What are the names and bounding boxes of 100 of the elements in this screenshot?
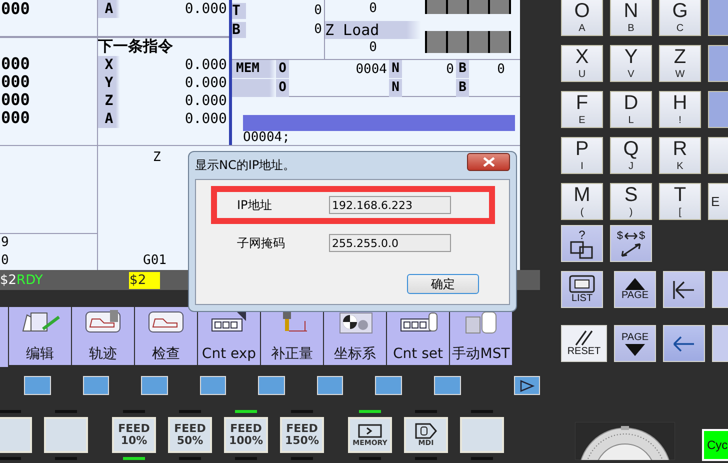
keypad-key[interactable]: Z W bbox=[659, 45, 701, 82]
feed-button[interactable]: FEED 50% bbox=[168, 417, 212, 453]
keypad-key[interactable]: H ! bbox=[659, 91, 701, 128]
menu-key[interactable] bbox=[0, 307, 9, 367]
keypad-key[interactable]: M ( bbox=[561, 183, 603, 220]
spindle-value: 0 bbox=[313, 22, 323, 37]
panel-button[interactable] bbox=[0, 417, 32, 453]
keypad-key[interactable]: Y V bbox=[610, 45, 652, 82]
keypad-key[interactable]: F E bbox=[561, 91, 603, 128]
left-arrow-icon bbox=[672, 336, 696, 352]
function-key[interactable] bbox=[82, 376, 110, 395]
function-key[interactable] bbox=[663, 325, 705, 362]
input-field[interactable]: 255.255.0.0 bbox=[329, 234, 451, 252]
menu-key[interactable]: 检查 bbox=[135, 307, 198, 365]
screen-icon bbox=[568, 274, 596, 292]
function-key[interactable]: PAGE bbox=[614, 325, 656, 362]
position-value: 000 bbox=[1, 55, 31, 73]
triangle-down-icon bbox=[624, 344, 646, 356]
spindle-value: 0 bbox=[313, 3, 323, 18]
mode-label: MEM bbox=[232, 60, 276, 78]
axis-value: 0.000 bbox=[184, 111, 228, 127]
keypad-key[interactable]: R K bbox=[659, 137, 701, 174]
keypad-key[interactable]: X U bbox=[561, 45, 603, 82]
function-key[interactable]: PAGE bbox=[614, 271, 656, 308]
arrow-to-bar-icon bbox=[672, 280, 696, 300]
program-field-label: N bbox=[389, 60, 402, 78]
program-field-value: 0 bbox=[497, 62, 505, 76]
keypad-key[interactable]: Q J bbox=[610, 137, 652, 174]
load-label: Z Load bbox=[325, 21, 421, 39]
axis-label: X bbox=[98, 56, 120, 74]
spindle-label: T bbox=[232, 2, 246, 18]
diagonal-arrow-icon bbox=[620, 242, 642, 258]
double-slash-icon bbox=[574, 330, 594, 346]
close-icon bbox=[482, 156, 494, 166]
position-value: 000 bbox=[1, 0, 31, 18]
program-line: 0 bbox=[1, 252, 10, 270]
double-arrow-icon bbox=[624, 232, 638, 240]
function-key[interactable] bbox=[663, 271, 705, 308]
field-label: IP地址 bbox=[237, 196, 273, 214]
axis-value: 0.000 bbox=[184, 1, 228, 17]
axis-value: 0.000 bbox=[184, 93, 228, 109]
input-field[interactable]: 192.168.6.223 bbox=[329, 196, 451, 214]
feed-button[interactable]: FEED 10% bbox=[112, 417, 156, 453]
function-key[interactable]: LIST bbox=[561, 271, 603, 308]
keypad-key[interactable]: N B bbox=[610, 0, 652, 36]
program-field-label: B bbox=[456, 79, 469, 97]
program-field-value: 0004 bbox=[356, 62, 387, 76]
program-field-label: O bbox=[276, 60, 289, 78]
ready-state: RDY bbox=[16, 272, 44, 288]
function-key[interactable] bbox=[200, 376, 226, 395]
load-value: 0 bbox=[369, 39, 377, 57]
menu-key[interactable]: 轨迹 bbox=[72, 307, 135, 365]
keypad-key[interactable]: E bbox=[708, 183, 728, 220]
hand-tag-icon bbox=[413, 422, 439, 438]
next-command-title: 下一条指令 bbox=[98, 38, 174, 56]
axis-label: A bbox=[98, 110, 120, 128]
position-value: 000 bbox=[1, 91, 31, 109]
keypad-key[interactable]: G C bbox=[659, 0, 701, 36]
keypad-key[interactable]: T [ bbox=[659, 183, 701, 220]
keypad-key[interactable]: S ) bbox=[610, 183, 652, 220]
axis-label: Z bbox=[98, 92, 120, 110]
function-key[interactable]: $ $ bbox=[610, 225, 652, 262]
triangle-icon bbox=[518, 380, 535, 392]
spindle-label: B bbox=[232, 22, 246, 38]
function-key[interactable] bbox=[316, 376, 344, 395]
dialog-title: 显示NC的IP地址。 bbox=[195, 157, 296, 174]
memory-icon bbox=[357, 422, 383, 438]
menu-key[interactable]: 编辑 bbox=[9, 307, 72, 365]
ok-button[interactable]: 确定 bbox=[407, 274, 479, 294]
load-value: 0 bbox=[369, 0, 377, 18]
program-field-value: 0 bbox=[446, 62, 454, 76]
system-label: $2 bbox=[0, 272, 17, 288]
modal-code: G01 bbox=[143, 252, 166, 270]
program-field-label: N bbox=[389, 79, 402, 97]
program-field-label: O bbox=[276, 79, 289, 97]
program-field-label: B bbox=[456, 60, 469, 78]
program-text: O0004; bbox=[243, 131, 291, 145]
axis-label: Y bbox=[98, 74, 120, 92]
position-value: 000 bbox=[1, 109, 31, 127]
next-page-key[interactable] bbox=[514, 376, 540, 395]
axis-label: A bbox=[98, 0, 120, 18]
keypad-key[interactable]: O A bbox=[561, 0, 603, 36]
function-key[interactable]: ? bbox=[561, 225, 603, 262]
position-value: 000 bbox=[1, 73, 31, 91]
keypad-key[interactable]: P I bbox=[561, 137, 603, 174]
field-label: 子网掩码 bbox=[237, 234, 286, 252]
close-button[interactable] bbox=[467, 152, 510, 170]
panel-button[interactable] bbox=[460, 417, 504, 453]
program-line: 9 bbox=[1, 234, 10, 252]
panel-button[interactable] bbox=[44, 417, 88, 453]
windows-icon bbox=[569, 240, 595, 258]
function-key[interactable]: RESET bbox=[561, 325, 607, 362]
cycle-start-button[interactable]: Cyc bbox=[702, 429, 728, 461]
triangle-up-icon bbox=[624, 278, 646, 290]
feed-button[interactable]: FEED 100% bbox=[224, 417, 268, 453]
mode-label bbox=[232, 79, 276, 97]
keypad-key[interactable]: D L bbox=[610, 91, 652, 128]
axis-value: 0.000 bbox=[184, 75, 228, 91]
axis-label: Z bbox=[153, 149, 161, 167]
feed-button[interactable]: FEED 150% bbox=[280, 417, 324, 453]
